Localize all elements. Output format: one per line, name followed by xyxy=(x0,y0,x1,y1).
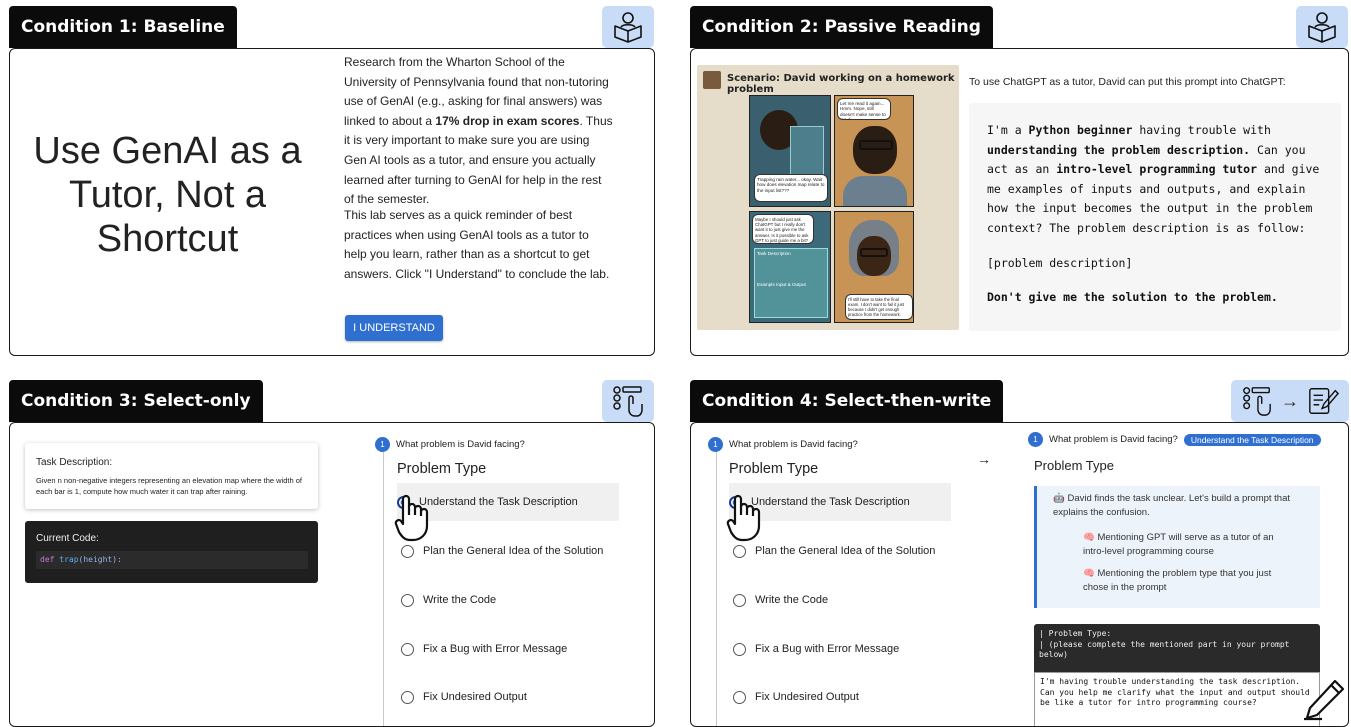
problem-type-heading: Problem Type xyxy=(729,461,819,477)
option-plan-solution[interactable]: Plan the General Idea of the Solution xyxy=(733,532,935,570)
reading-student-icon xyxy=(602,6,654,48)
task-description-card: Task Description: Given n non-negative i… xyxy=(25,443,318,509)
option-fix-output[interactable]: Fix Undesired Output xyxy=(401,678,527,716)
selected-question-line: 1 What problem is David facing? Understand… xyxy=(1028,432,1321,447)
current-code-label: Current Code: xyxy=(36,533,99,544)
condition-3-panel: Task Description: Given n non-negative i… xyxy=(9,422,655,727)
page-title: Use GenAI as a Tutor, Not a Shortcut xyxy=(33,130,302,260)
write-notes-icon xyxy=(1309,388,1339,414)
lab-reminder-paragraph: This lab serves as a quick reminder of b… xyxy=(344,208,610,281)
question-number: 1 xyxy=(708,437,723,452)
prompt-placeholder: [problem description] xyxy=(987,255,1133,270)
current-code-card: Current Code: def trap(height): xyxy=(25,521,318,583)
select-then-write-icon: → xyxy=(1231,380,1349,422)
research-paragraph: Research from the Wharton School of the … xyxy=(344,55,613,207)
option-fix-bug[interactable]: Fix a Bug with Error Message xyxy=(733,630,899,668)
option-write-code[interactable]: Write the Code xyxy=(733,581,828,619)
exam-drop-highlight: 17% drop in exam scores xyxy=(435,113,580,128)
comic-scenario: Scenario: David working on a homework pr… xyxy=(697,65,959,330)
task-description-text: Given n non-negative integers representi… xyxy=(36,476,302,496)
prompt-textarea[interactable]: I'm having trouble understanding the tas… xyxy=(1034,672,1320,726)
prompt-intro: To use ChatGPT as a tutor, David can put… xyxy=(969,76,1286,88)
condition-2-label: Condition 2: Passive Reading xyxy=(690,6,993,48)
reading-student-icon xyxy=(1296,6,1348,48)
option-write-code[interactable]: Write the Code xyxy=(401,581,496,619)
avatar xyxy=(703,71,721,89)
task-description-label: Task Description: xyxy=(36,457,113,468)
comic-panel-2: Let me read it again... Hmm. Nope, still… xyxy=(834,95,914,207)
select-options-icon xyxy=(602,380,654,422)
option-fix-bug[interactable]: Fix a Bug with Error Message xyxy=(401,630,567,668)
prompt-editor: | Problem Type: | (please complete the m… xyxy=(1034,624,1320,726)
pencil-icon xyxy=(1303,677,1347,726)
condition-4-panel: 1 What problem is David facing? Problem T… xyxy=(690,422,1349,727)
hand-pointer-icon xyxy=(393,493,431,550)
condition-1-panel: Use GenAI as a Tutor, Not a Shortcut Res… xyxy=(9,48,655,356)
prompt-closing: Don't give me the solution to the proble… xyxy=(987,290,1278,305)
option-plan-solution[interactable]: Plan the General Idea of the Solution xyxy=(401,532,603,570)
hint-item-2: 🧠 Mentioning the problem type that you j… xyxy=(1083,568,1272,593)
code-line: def trap(height): xyxy=(36,551,308,569)
hint-intro: 🤖 David finds the task unclear. Let's bu… xyxy=(1053,493,1291,518)
i-understand-button[interactable]: I UNDERSTAND xyxy=(345,315,443,341)
selected-type-badge: Understand the Task Description xyxy=(1183,433,1321,446)
option-fix-output[interactable]: Fix Undesired Output xyxy=(733,678,859,716)
arrow-icon: → xyxy=(1281,390,1299,411)
prompt-example: I'm a Python beginner having trouble wit… xyxy=(969,103,1341,331)
question-text: What problem is David facing? xyxy=(729,439,858,451)
question-number: 1 xyxy=(375,437,390,452)
question-line: 1 What problem is David facing? xyxy=(708,437,858,452)
problem-type-heading-2: Problem Type xyxy=(1034,458,1114,473)
hint-item-1: 🧠 Mentioning GPT will serve as a tutor o… xyxy=(1083,532,1274,557)
comic-title: Scenario: David working on a homework pr… xyxy=(727,73,955,95)
condition-1-label: Condition 1: Baseline xyxy=(9,6,237,48)
transition-arrow: → xyxy=(977,451,991,467)
problem-type-heading: Problem Type xyxy=(397,461,487,477)
select-options-icon xyxy=(1243,387,1271,416)
comic-panel-1: Trapping rain water... okay. Wait how do… xyxy=(749,95,831,207)
comic-panel-4: I'll still have to take the final exam. … xyxy=(834,211,914,323)
prompt-hint-box: 🤖 David finds the task unclear. Let's bu… xyxy=(1034,486,1320,608)
condition-3-label: Condition 3: Select-only xyxy=(9,380,263,422)
question-text: What problem is David facing? xyxy=(396,439,525,451)
comic-panel-3: Maybe I should just ask ChatGPT but I re… xyxy=(749,211,831,323)
question-line: 1 What problem is David facing? xyxy=(375,437,525,452)
editor-header: | Problem Type: | (please complete the m… xyxy=(1039,629,1290,659)
condition-2-panel: Scenario: David working on a homework pr… xyxy=(690,48,1349,356)
hand-pointer-icon xyxy=(725,493,763,550)
condition-4-label: Condition 4: Select-then-write xyxy=(690,380,1004,422)
